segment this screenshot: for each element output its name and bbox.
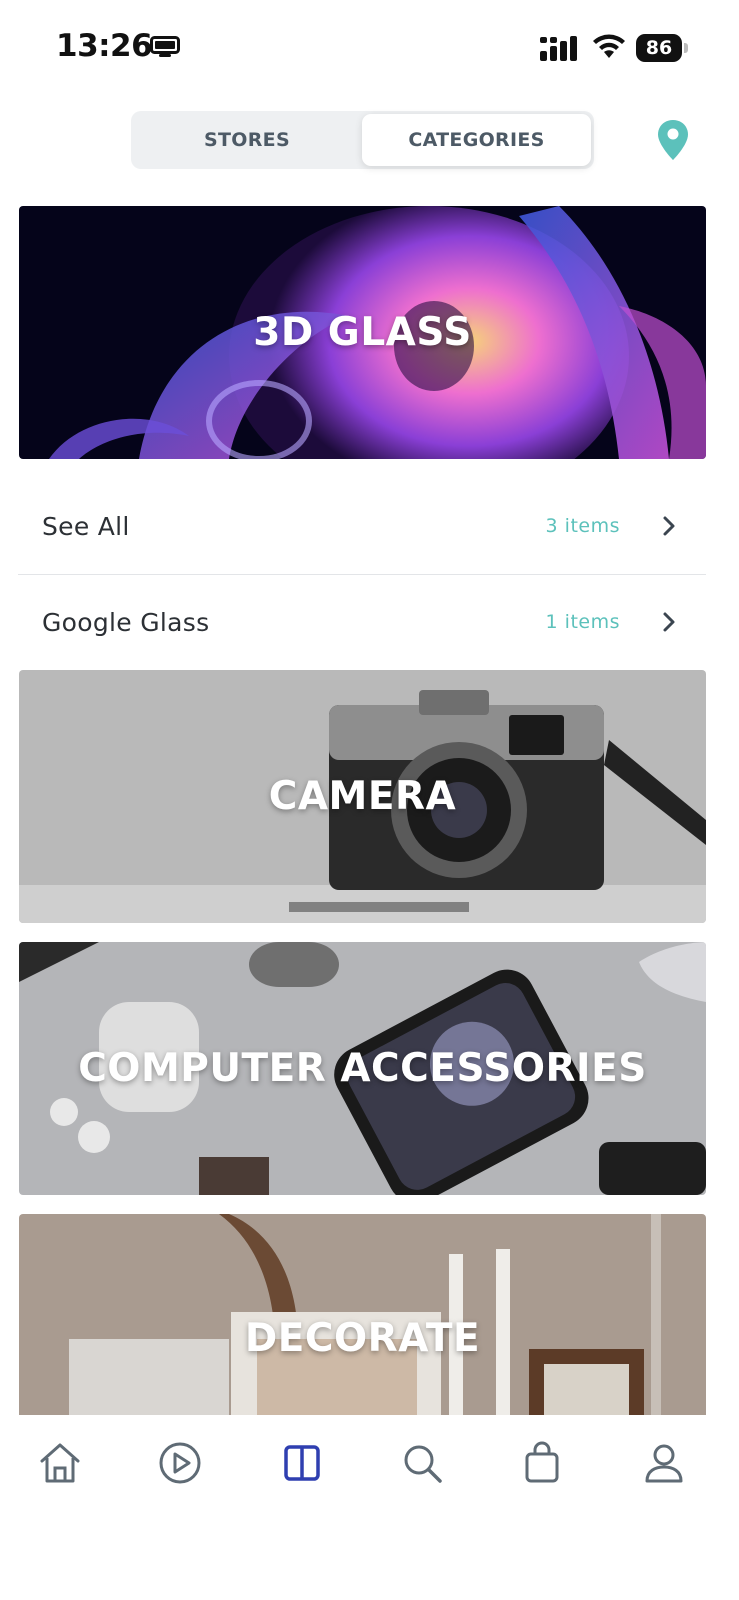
tab-stores[interactable]: STORES xyxy=(131,114,363,166)
bottom-navigation xyxy=(0,1415,739,1600)
category-title: CAMERA xyxy=(268,774,457,819)
status-time: 13:26 xyxy=(56,28,153,64)
category-title: DECORATE xyxy=(244,1316,481,1361)
subcategory-count: 1 items xyxy=(545,611,620,633)
chevron-right-icon xyxy=(663,516,675,536)
subcategory-name: See All xyxy=(42,512,130,541)
tab-categories[interactable]: CATEGORIES xyxy=(362,114,591,166)
home-icon[interactable] xyxy=(36,1439,84,1487)
chevron-right-icon xyxy=(663,612,675,632)
shopping-bag-icon[interactable] xyxy=(518,1439,566,1487)
location-pin-icon[interactable] xyxy=(656,118,690,162)
category-banner-camera[interactable]: CAMERA xyxy=(19,670,706,923)
subcategory-row-google-glass[interactable]: Google Glass 1 items xyxy=(18,575,706,670)
wifi-icon xyxy=(593,34,625,58)
status-bar: 13:26 86 xyxy=(0,0,739,96)
stores-categories-segmented-control: STORES CATEGORIES xyxy=(131,111,594,169)
subcategory-count: 3 items xyxy=(545,515,620,537)
category-title: 3D GLASS xyxy=(253,310,472,355)
play-icon[interactable] xyxy=(156,1439,204,1487)
catalog-icon[interactable] xyxy=(278,1439,326,1487)
category-title: COMPUTER ACCESSORIES xyxy=(78,1046,647,1091)
battery-icon: 86 xyxy=(636,34,688,62)
category-banner-decorate[interactable]: DECORATE xyxy=(19,1214,706,1415)
battery-percent: 86 xyxy=(645,37,673,59)
profile-icon[interactable] xyxy=(640,1439,688,1487)
cellular-signal-icon xyxy=(540,36,577,61)
category-banner-3d-glass[interactable]: 3D GLASS xyxy=(19,206,706,459)
subcategory-row-see-all[interactable]: See All 3 items xyxy=(18,479,706,574)
category-banner-computer-accessories[interactable]: COMPUTER ACCESSORIES xyxy=(19,942,706,1195)
screen-mirroring-icon xyxy=(150,36,180,57)
search-icon[interactable] xyxy=(398,1439,446,1487)
subcategory-name: Google Glass xyxy=(42,608,210,637)
